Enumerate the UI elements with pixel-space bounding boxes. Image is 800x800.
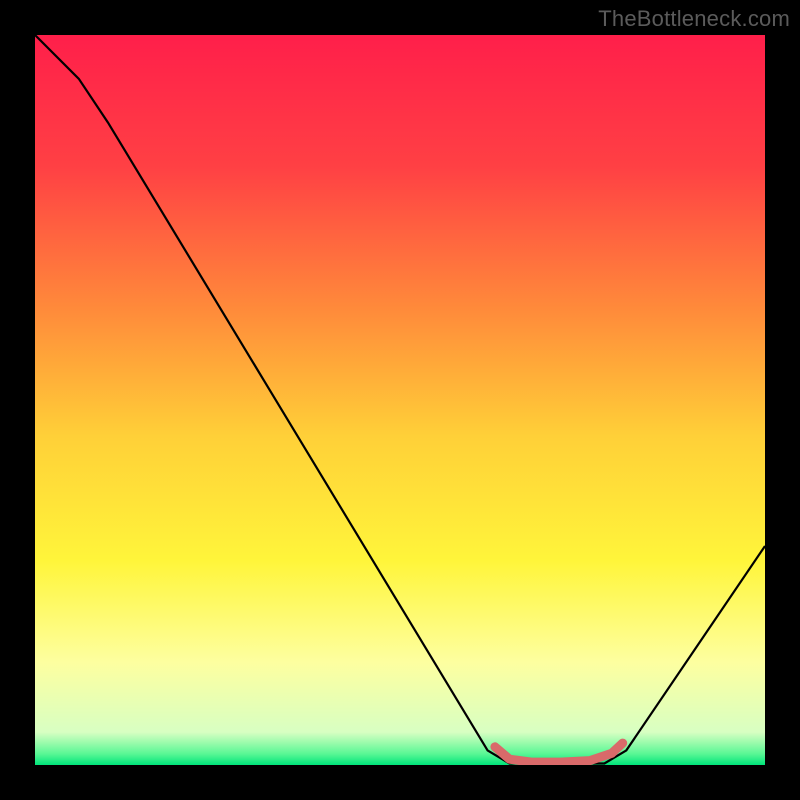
watermark-text: TheBottleneck.com bbox=[598, 6, 790, 32]
gradient-background bbox=[35, 35, 765, 765]
chart-container bbox=[35, 35, 765, 765]
chart-svg bbox=[35, 35, 765, 765]
